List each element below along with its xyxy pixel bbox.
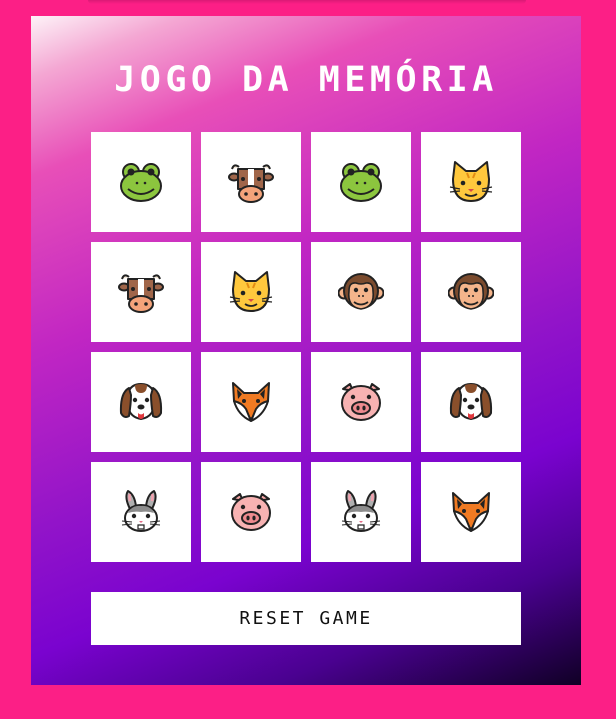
memory-card[interactable]: [201, 132, 301, 232]
memory-card[interactable]: [311, 352, 411, 452]
top-shadow-bar: [88, 0, 526, 4]
memory-card[interactable]: [91, 462, 191, 562]
memory-card[interactable]: [91, 132, 191, 232]
memory-card[interactable]: [311, 242, 411, 342]
memory-card[interactable]: [421, 462, 521, 562]
memory-card[interactable]: [201, 352, 301, 452]
memory-card[interactable]: [311, 462, 411, 562]
memory-card[interactable]: [421, 132, 521, 232]
memory-card[interactable]: [311, 132, 411, 232]
memory-card[interactable]: [91, 242, 191, 342]
reset-game-button[interactable]: RESET GAME: [91, 592, 521, 645]
memory-card[interactable]: [421, 352, 521, 452]
memory-card[interactable]: [201, 242, 301, 342]
memory-card[interactable]: [91, 352, 191, 452]
memory-card[interactable]: [201, 462, 301, 562]
memory-card[interactable]: [421, 242, 521, 342]
page-title: JOGO DA MEMÓRIA: [114, 60, 498, 100]
game-panel: JOGO DA MEMÓRIA RESET GAME: [31, 16, 581, 685]
